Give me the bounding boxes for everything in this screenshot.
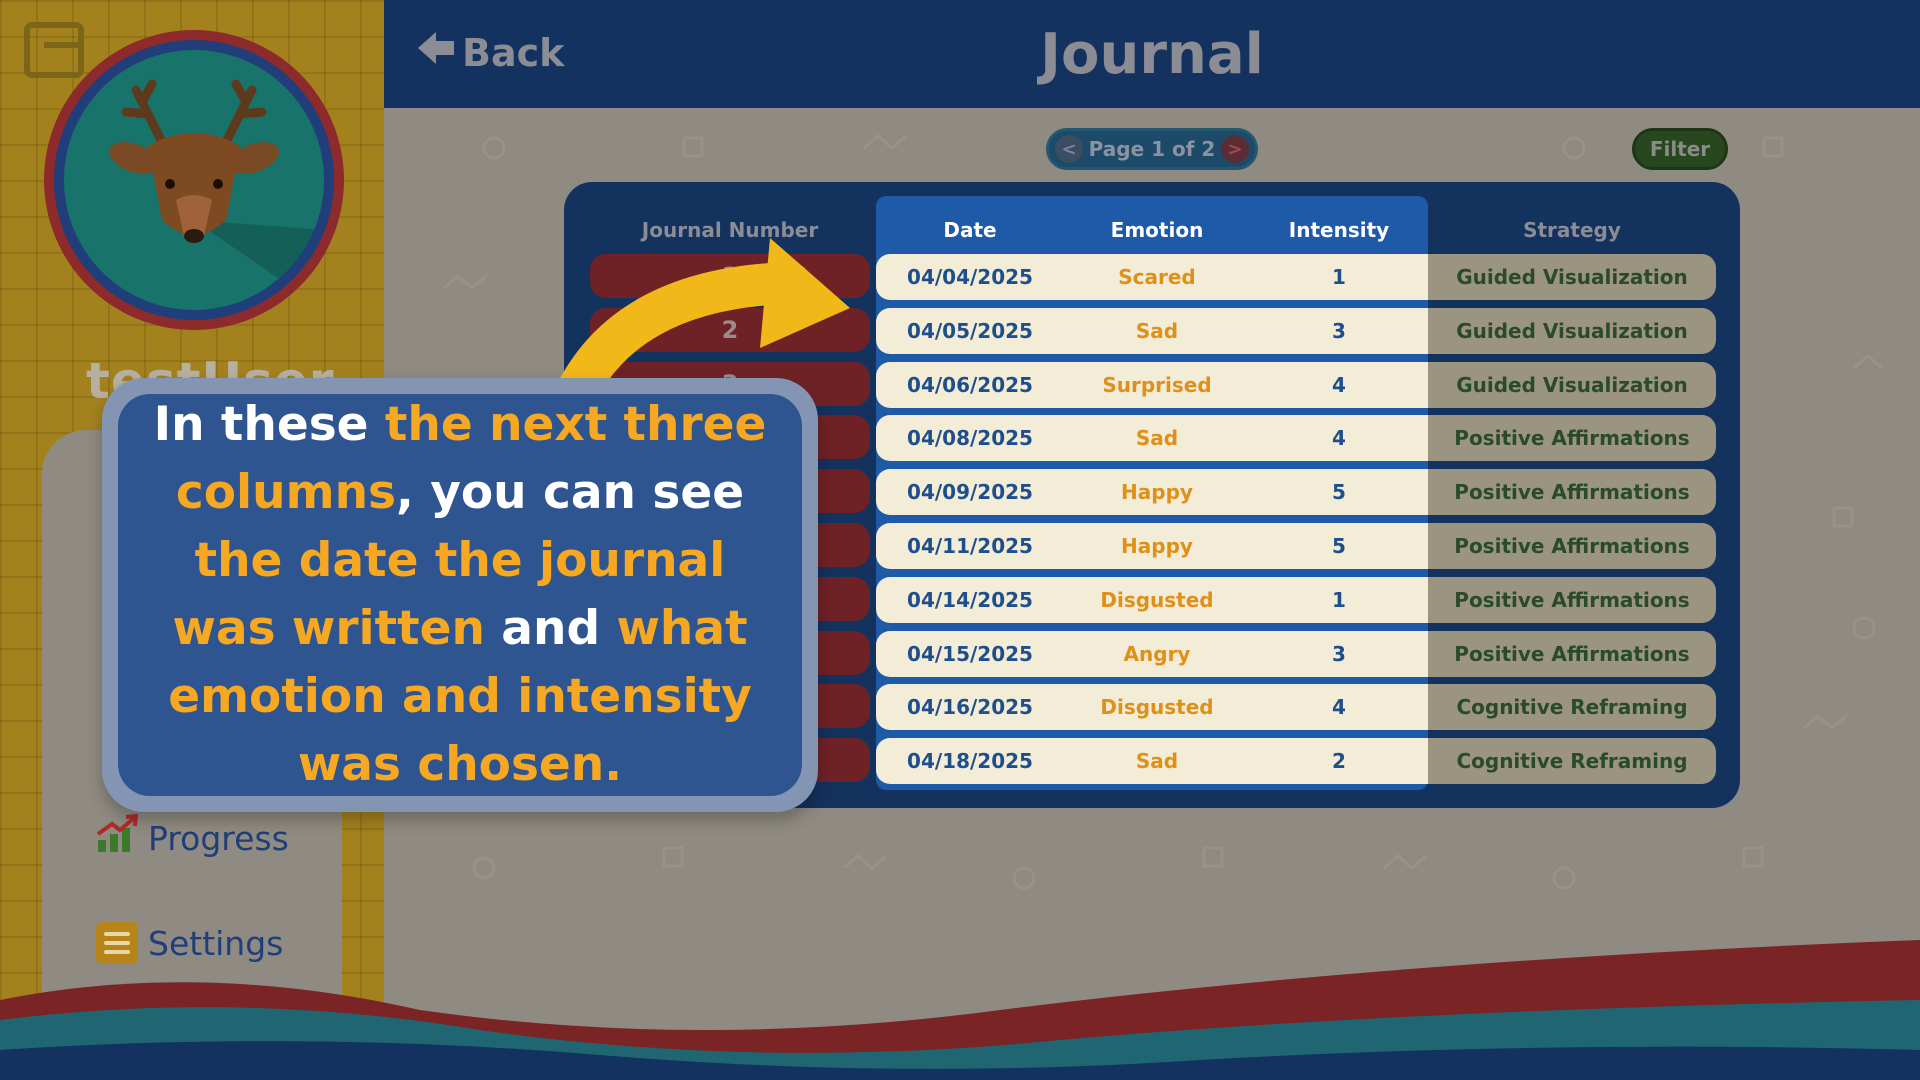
emotion-cell: Sad: [1064, 415, 1250, 462]
strategy-cell: Guided Visualization: [1428, 307, 1716, 354]
date-cell: 04/16/2025: [876, 684, 1064, 731]
date-cell: 04/11/2025: [876, 523, 1064, 569]
date-cell: 04/05/2025: [876, 307, 1064, 354]
prev-page-button[interactable]: <: [1055, 135, 1083, 163]
emotion-cell: Happy: [1064, 469, 1250, 516]
emotion-cell: Surprised: [1064, 361, 1250, 408]
column-header-emotion: Emotion: [1110, 218, 1204, 242]
intensity-cell: 4: [1250, 415, 1428, 462]
avatar: [44, 30, 344, 330]
logout-icon[interactable]: [24, 22, 84, 78]
intensity-cell: 2: [1250, 738, 1428, 785]
bottom-wave-decoration: [0, 940, 1920, 1080]
table-row[interactable]: 04/18/2025 Sad 2 Cognitive Reframing: [876, 738, 1716, 785]
table-row[interactable]: 04/05/2025 Sad 3 Guided Visualization: [876, 307, 1716, 354]
tooltip-segment: In these: [153, 397, 385, 452]
pager-label: Page 1 of 2: [1088, 137, 1216, 161]
strategy-cell: Cognitive Reframing: [1428, 684, 1716, 731]
emotion-cell: Scared: [1064, 254, 1250, 300]
date-cell: 04/14/2025: [876, 576, 1064, 623]
strategy-cell: Guided Visualization: [1428, 254, 1716, 300]
table-row[interactable]: 04/08/2025 Sad 4 Positive Affirmations: [876, 415, 1716, 462]
date-cell: 04/09/2025: [876, 469, 1064, 516]
page-title: Journal: [1040, 22, 1264, 87]
strategy-cell: Positive Affirmations: [1428, 630, 1716, 677]
chart-up-icon: [96, 813, 139, 862]
table-row[interactable]: 04/11/2025 Happy 5 Positive Affirmations: [876, 523, 1716, 569]
table-row[interactable]: 04/06/2025 Surprised 4 Guided Visualization: [876, 361, 1716, 408]
intensity-cell: 3: [1250, 307, 1428, 354]
table-row[interactable]: 04/15/2025 Angry 3 Positive Affirmations: [876, 630, 1716, 677]
date-cell: 04/18/2025: [876, 738, 1064, 785]
intensity-cell: 4: [1250, 361, 1428, 408]
table-row[interactable]: 04/09/2025 Happy 5 Positive Affirmations: [876, 469, 1716, 516]
strategy-cell: Guided Visualization: [1428, 361, 1716, 408]
intensity-cell: 1: [1250, 576, 1428, 623]
date-cell: 04/06/2025: [876, 361, 1064, 408]
deer-icon: [64, 50, 324, 310]
header-bar: Back Journal: [384, 0, 1920, 108]
intensity-cell: 1: [1250, 254, 1428, 300]
emotion-cell: Angry: [1064, 630, 1250, 677]
pagination-control: < Page 1 of 2 >: [1046, 128, 1258, 170]
next-page-button[interactable]: >: [1220, 135, 1249, 163]
date-cell: 04/08/2025: [876, 415, 1064, 462]
emotion-cell: Happy: [1064, 523, 1250, 569]
sidebar-item-label: Progress: [148, 818, 289, 858]
strategy-cell: Positive Affirmations: [1428, 469, 1716, 516]
table-row[interactable]: 04/16/2025 Disgusted 4 Cognitive Reframing: [876, 684, 1716, 731]
column-header-intensity: Intensity: [1288, 218, 1390, 242]
table-row[interactable]: 04/14/2025 Disgusted 1 Positive Affirmation…: [876, 576, 1716, 623]
intensity-cell: 4: [1250, 684, 1428, 731]
strategy-cell: Positive Affirmations: [1428, 523, 1716, 569]
strategy-cell: Positive Affirmations: [1428, 576, 1716, 623]
column-header-date: Date: [943, 218, 997, 242]
emotion-cell: Disgusted: [1064, 684, 1250, 731]
intensity-cell: 3: [1250, 630, 1428, 677]
tooltip-segment: and: [484, 601, 617, 656]
strategy-cell: Cognitive Reframing: [1428, 738, 1716, 785]
column-header-strategy: Strategy: [1523, 218, 1621, 242]
emotion-cell: Sad: [1064, 307, 1250, 354]
tutorial-tooltip: In these the next three columns, you can…: [102, 378, 818, 812]
table-row[interactable]: 04/04/2025 Scared 1 Guided Visualization: [876, 254, 1716, 300]
emotion-cell: Sad: [1064, 738, 1250, 785]
tooltip-segment: , you can see: [396, 465, 745, 520]
date-cell: 04/04/2025: [876, 254, 1064, 300]
intensity-cell: 5: [1250, 469, 1428, 516]
tooltip-text: In these the next three columns, you can…: [148, 391, 772, 799]
emotion-cell: Disgusted: [1064, 576, 1250, 623]
filter-button[interactable]: Filter: [1632, 128, 1728, 170]
strategy-cell: Positive Affirmations: [1428, 415, 1716, 462]
sidebar-item-progress[interactable]: Progress: [96, 813, 289, 862]
date-cell: 04/15/2025: [876, 630, 1064, 677]
intensity-cell: 5: [1250, 523, 1428, 569]
